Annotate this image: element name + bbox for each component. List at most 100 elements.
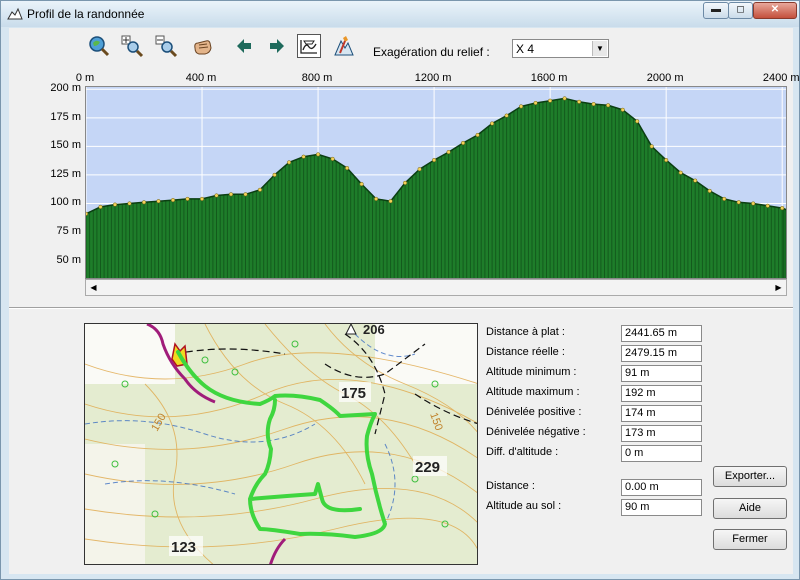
stat-altitude-diff-label: Diff. d'altitude : <box>486 446 559 458</box>
data-point-40 <box>664 158 669 163</box>
data-point-47 <box>765 203 770 208</box>
data-point-28 <box>490 121 495 126</box>
stat-max-altitude-label: Altitude maximum : <box>486 386 580 398</box>
zoom-out-icon <box>155 35 178 58</box>
map-label-206: 206 <box>363 324 385 337</box>
data-point-8 <box>199 196 205 201</box>
profile-app-icon <box>7 7 23 20</box>
stat-negative-gain-label: Dénivelée négative : <box>486 426 586 438</box>
data-point-41 <box>678 170 683 175</box>
stat-max-altitude-value: 192 m <box>621 385 702 402</box>
profile-view-button[interactable] <box>297 34 321 58</box>
maximize-button[interactable]: ◻ <box>728 2 753 19</box>
data-point-49 <box>785 209 786 211</box>
stat-flat-distance-value: 2441.65 m <box>621 325 702 342</box>
data-point-13 <box>272 172 277 177</box>
route-tool-icon <box>334 36 354 56</box>
data-point-17 <box>330 156 335 161</box>
data-point-46 <box>751 201 756 206</box>
x-tick-label-5: 2000 m <box>646 72 684 84</box>
next-button[interactable] <box>265 34 289 58</box>
cursor-distance-label: Distance : <box>486 480 535 492</box>
stat-negative-gain-value: 173 m <box>621 425 702 442</box>
data-point-48 <box>780 206 785 211</box>
arrow-left-icon <box>237 39 251 53</box>
zoom-in-button[interactable] <box>120 34 144 58</box>
stat-min-altitude-label: Altitude minimum : <box>486 366 577 378</box>
cursor-altitude-label: Altitude au sol : <box>486 500 562 512</box>
cursor-distance-value: 0.00 m <box>621 479 702 496</box>
data-point-19 <box>359 182 364 187</box>
stat-real-distance-value: 2479.15 m <box>621 345 702 362</box>
help-button[interactable]: Aide <box>713 498 787 519</box>
close-window-button[interactable]: ✕ <box>753 2 797 19</box>
data-point-45 <box>736 200 741 205</box>
elevation-profile-svg <box>86 87 786 278</box>
data-point-16 <box>316 152 321 157</box>
map-label-175: 175 <box>341 385 366 402</box>
export-button[interactable]: Exporter... <box>713 466 787 487</box>
stat-flat-distance-label: Distance à plat : <box>486 326 565 338</box>
minimize-icon: ▬ <box>711 4 721 15</box>
y-tick-label-2: 150 m <box>50 139 81 152</box>
data-point-15 <box>301 154 306 159</box>
relief-exaggeration-select[interactable]: X 4 ▼ <box>512 39 609 58</box>
data-point-4 <box>141 200 147 205</box>
x-tick-label-2: 800 m <box>301 72 333 84</box>
data-point-29 <box>504 113 509 118</box>
route-map[interactable]: 206 175 229 150 150 123 <box>84 323 478 565</box>
stat-real-distance-label: Distance réelle : <box>486 346 565 358</box>
client-area: Exagération du relief : X 4 ▼ 0 m 400 m 80… <box>9 28 800 574</box>
cursor-altitude-value: 90 m <box>621 499 702 516</box>
data-point-12 <box>257 187 263 192</box>
x-tick-label-6: 2400 m <box>762 72 800 84</box>
map-label-123: 123 <box>171 539 196 556</box>
pan-button[interactable] <box>191 34 215 58</box>
map-label-229: 229 <box>415 459 440 476</box>
data-point-24 <box>432 158 437 163</box>
data-point-27 <box>475 132 480 138</box>
data-point-1 <box>98 204 103 209</box>
stat-positive-gain-value: 174 m <box>621 405 702 422</box>
zoom-fit-button[interactable] <box>87 34 111 58</box>
title-bar[interactable]: Profil de la randonnée ▬ ◻ ✕ <box>1 1 799 27</box>
stat-positive-gain-label: Dénivelée positive : <box>486 406 582 418</box>
y-axis-ticks: 200 m 175 m 150 m 125 m 100 m 75 m 50 m <box>9 82 85 286</box>
data-point-31 <box>533 100 538 106</box>
arrow-right-icon <box>270 39 284 53</box>
topographic-map-svg: 206 175 229 150 150 123 <box>85 324 477 564</box>
zoom-out-button[interactable] <box>154 34 178 58</box>
data-point-7 <box>185 196 190 201</box>
chart-horizontal-scrollbar[interactable]: ◀ ▶ <box>85 279 787 296</box>
data-point-9 <box>214 193 219 198</box>
data-point-38 <box>635 119 640 124</box>
data-point-39 <box>649 144 654 149</box>
data-point-20 <box>374 196 379 201</box>
section-divider <box>9 307 793 309</box>
data-point-42 <box>693 178 698 183</box>
close-icon: ✕ <box>770 4 780 15</box>
data-point-22 <box>403 180 408 185</box>
chevron-down-icon[interactable]: ▼ <box>592 41 607 56</box>
relief-exaggeration-label: Exagération du relief : <box>373 45 490 59</box>
data-point-14 <box>287 160 292 165</box>
profile-window: Profil de la randonnée ▬ ◻ ✕ Exagération… <box>0 0 800 580</box>
route-tool-button[interactable] <box>332 34 356 58</box>
data-point-21 <box>388 199 393 204</box>
window-title: Profil de la randonnée <box>27 7 145 21</box>
minimize-button[interactable]: ▬ <box>703 2 729 19</box>
scroll-left-icon[interactable]: ◀ <box>86 280 101 295</box>
data-point-43 <box>707 188 712 193</box>
y-tick-label-5: 75 m <box>56 225 81 238</box>
previous-button[interactable] <box>232 34 256 58</box>
data-point-2 <box>112 202 118 207</box>
data-point-32 <box>548 98 553 103</box>
scroll-right-icon[interactable]: ▶ <box>771 280 786 295</box>
data-point-10 <box>228 192 234 197</box>
y-tick-label-4: 100 m <box>50 196 81 209</box>
elevation-profile-chart[interactable] <box>85 86 787 279</box>
close-button[interactable]: Fermer <box>713 529 787 550</box>
pan-hand-icon <box>194 40 212 55</box>
data-point-36 <box>606 103 611 108</box>
data-point-35 <box>591 102 596 107</box>
